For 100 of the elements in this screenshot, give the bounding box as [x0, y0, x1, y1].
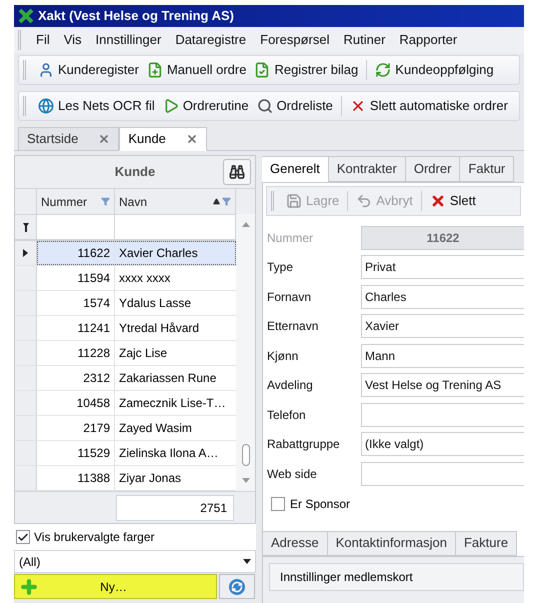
toolbar-button[interactable]: Slett	[426, 191, 480, 211]
table-cell: 11529	[37, 441, 115, 465]
tab[interactable]: Faktur	[459, 156, 514, 182]
toolbar-grip	[23, 60, 26, 80]
field-label: Type	[267, 259, 294, 276]
table-cell-text: Zakariassen Rune	[118, 370, 218, 387]
menu-item[interactable]: Fil	[29, 30, 57, 50]
dropdown-arrow-icon	[243, 559, 251, 564]
panel-title: Kunde	[114, 163, 156, 182]
person-icon	[38, 62, 54, 78]
new-button[interactable]: Ny…	[14, 574, 217, 599]
table-cell: 2179	[37, 416, 115, 440]
refresh-button[interactable]	[219, 574, 255, 599]
field-label: Telefon	[267, 406, 307, 424]
toolbar-button[interactable]: Slett automatiske ordrer	[346, 96, 512, 116]
menu-item[interactable]: Dataregistre	[168, 30, 254, 50]
input-field[interactable]: Charles	[361, 284, 524, 309]
table-row[interactable]: 11529 Zielinska Ilona A…	[37, 441, 236, 465]
current-row-icon	[23, 249, 28, 257]
scroll-up-icon[interactable]	[242, 222, 250, 227]
input-field[interactable]	[361, 462, 524, 486]
checkbox-label: Er Sponsor	[290, 496, 350, 512]
table-cell-text: Zamecznik Lise-T…	[118, 395, 227, 412]
column-header[interactable]: Nummer	[37, 189, 115, 214]
toolbar-button[interactable]: Registrer bilag	[250, 60, 362, 80]
tab[interactable]: Fakture	[454, 530, 518, 556]
sort-ascending-icon	[213, 198, 220, 205]
table-cell-text: Zajc Lise	[118, 345, 168, 362]
table-cell: 10458	[37, 391, 115, 415]
menu-item[interactable]: Innstillinger	[88, 30, 168, 50]
menu-item[interactable]: Rutiner	[336, 30, 392, 50]
tab[interactable]: Kontaktinformasjon	[326, 530, 456, 556]
table-cell: 11594	[37, 266, 115, 290]
refresh-icon	[229, 578, 245, 594]
search-button[interactable]	[223, 159, 251, 185]
checkbox[interactable]	[271, 496, 285, 510]
magnifier-icon	[256, 98, 273, 114]
field-label: Etternavn	[267, 318, 320, 336]
input-field[interactable]: Mann	[361, 344, 524, 368]
toolbar-grip	[18, 30, 21, 50]
input-field[interactable]: Xavier	[361, 314, 524, 338]
filter-icon[interactable]	[101, 197, 110, 206]
window-title: Xakt (Vest Helse og Trening AS)	[38, 7, 234, 26]
close-icon[interactable]	[186, 133, 198, 145]
table-cell-text: Zielinska Ilona A…	[118, 445, 220, 462]
toolbar-button[interactable]: Manuell ordre	[142, 60, 250, 80]
checkbox[interactable]	[16, 530, 30, 544]
table-row[interactable]: 11594 xxxx xxxx	[37, 266, 236, 290]
filter-icon[interactable]	[222, 197, 231, 206]
table-row[interactable]: 11241 Ytredal Håvard	[37, 316, 236, 340]
toolbar-button[interactable]: Les Nets OCR fil	[34, 96, 159, 116]
app-logo-icon	[18, 8, 34, 24]
document-check-icon	[254, 62, 270, 78]
table-row[interactable]: 10458 Zamecznik Lise-T…	[37, 391, 236, 415]
field-label: Web side	[267, 466, 318, 483]
close-icon[interactable]	[98, 133, 110, 145]
document-tab[interactable]: Kunde	[119, 127, 207, 151]
row-indicator[interactable]	[15, 241, 37, 265]
input-field[interactable]: Vest Helse og Trening AS	[361, 373, 524, 398]
table-cell: 11228	[37, 341, 115, 365]
tab[interactable]: Generelt	[262, 156, 329, 182]
toolbar-button[interactable]: Ordreliste	[252, 96, 337, 116]
field-label: Kjønn	[267, 348, 300, 365]
menu-item[interactable]: Vis	[56, 30, 89, 50]
scrollbar[interactable]	[236, 214, 255, 491]
input-field[interactable]: (Ikke valgt)	[361, 432, 524, 456]
field-label: Fornavn	[267, 288, 312, 306]
input-field[interactable]: Privat	[361, 255, 524, 280]
globe-icon	[38, 98, 54, 114]
table-cell-text: Ziyar Jonas	[118, 470, 182, 487]
table-row[interactable]: 11228 Zajc Lise	[37, 341, 236, 365]
toolbar-button[interactable]: Kundeoppfølging	[371, 60, 498, 80]
toolbar-button[interactable]: Kunderegister	[34, 60, 143, 80]
tab[interactable]: Ordrer	[404, 156, 460, 182]
field-label: Avdeling	[267, 377, 314, 394]
document-tab[interactable]: Startside	[18, 127, 120, 151]
scroll-thumb[interactable]	[242, 444, 250, 466]
table-row[interactable]: 11388 Ziyar Jonas	[37, 466, 236, 490]
table-row[interactable]: 11622 Xavier Charles	[37, 241, 236, 265]
table-cell: 1574	[37, 291, 115, 315]
table-cell-text: xxxx xxxx	[118, 270, 172, 287]
table-row[interactable]: 2179 Zayed Wasim	[37, 416, 236, 440]
input-field[interactable]	[361, 402, 524, 427]
binoculars-icon	[229, 164, 245, 180]
toolbar-button[interactable]: Ordrerutine	[158, 96, 253, 116]
field-label: Rabattgruppe	[267, 436, 341, 454]
tab[interactable]: Kontrakter	[328, 156, 406, 182]
table-row[interactable]: 1574 Ydalus Lasse	[37, 291, 236, 315]
table-row[interactable]: 2312 Zakariassen Rune	[37, 366, 236, 390]
scroll-down-icon[interactable]	[242, 478, 250, 483]
undo-arrow-icon	[356, 193, 372, 209]
table-cell: 11388	[37, 466, 115, 490]
table-cell-text: Zayed Wasim	[118, 420, 193, 437]
table-cell: 11241	[37, 316, 115, 340]
menu-item[interactable]: Rapporter	[392, 30, 464, 50]
menu-item[interactable]: Forespørsel	[253, 30, 336, 50]
section-header[interactable]: Innstillinger medlemskort	[269, 562, 524, 590]
dropdown[interactable]: (All)	[14, 550, 256, 573]
column-header[interactable]: Navn	[115, 189, 236, 214]
tab[interactable]: Adresse	[262, 530, 328, 556]
